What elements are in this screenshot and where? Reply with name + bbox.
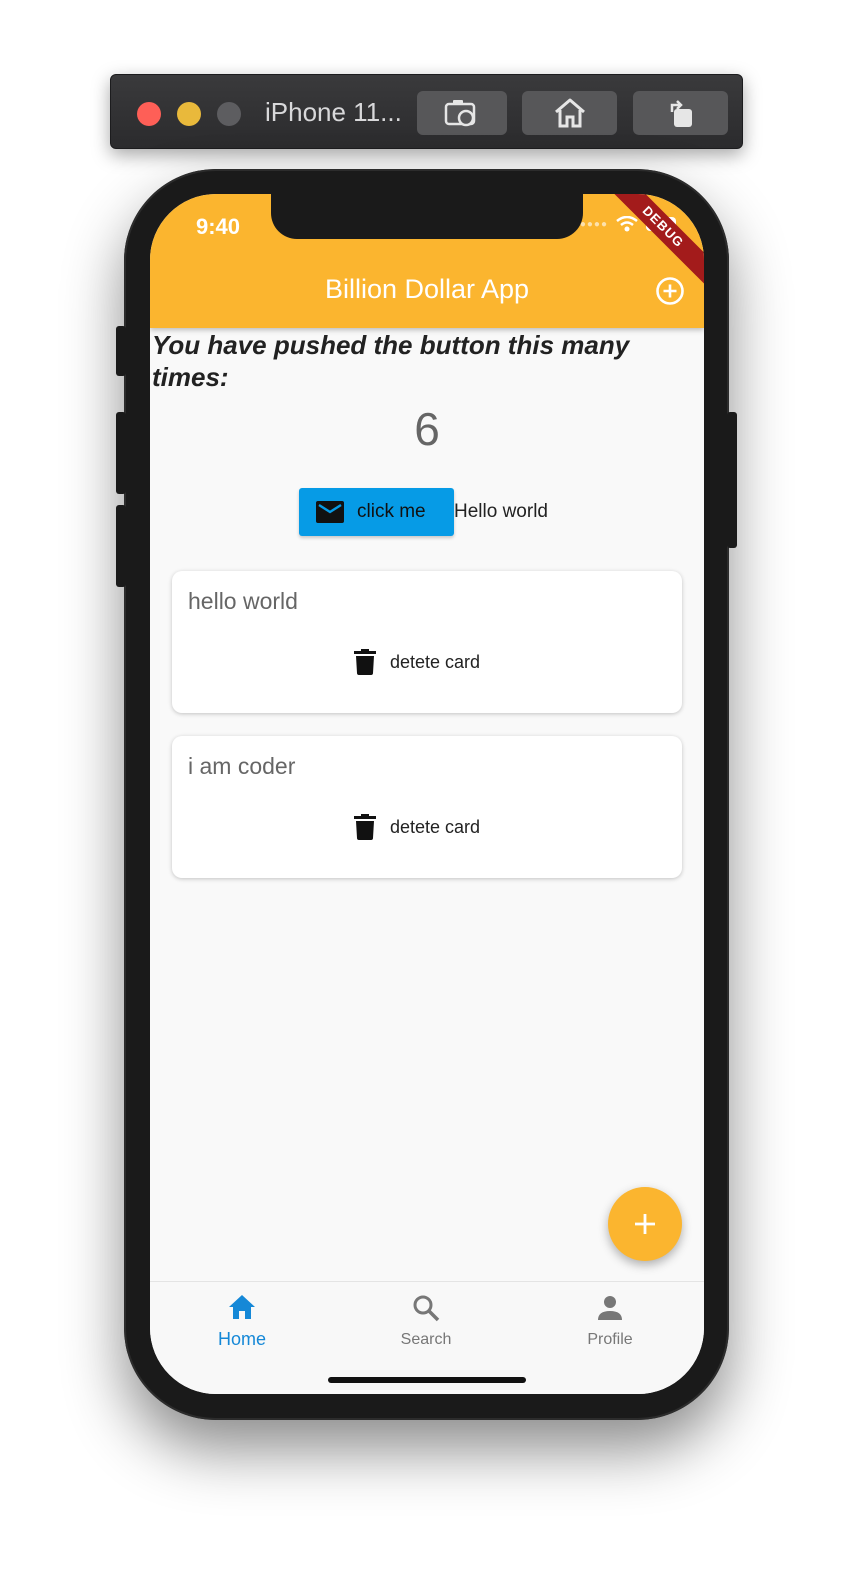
action-row: click me Hello world xyxy=(299,488,548,536)
counter-caption: You have pushed the button this many tim… xyxy=(152,330,630,392)
close-window-button[interactable] xyxy=(137,102,161,126)
nav-item-profile[interactable]: Profile xyxy=(550,1294,670,1349)
app-bar: 9:40 ●●●● DEBUG Billion Dollar App xyxy=(150,194,704,328)
signal-icon: ●●●● xyxy=(579,218,608,230)
simulator-toolbar: iPhone 11... xyxy=(110,74,743,149)
delete-card-label: detete card xyxy=(390,816,481,837)
nav-label-profile: Profile xyxy=(587,1331,633,1348)
power-button xyxy=(727,412,737,548)
plus-icon xyxy=(635,1214,655,1234)
notch xyxy=(271,194,583,239)
add-fab-button[interactable] xyxy=(608,1187,682,1261)
nav-label-search: Search xyxy=(400,1331,452,1348)
nav-item-home[interactable]: Home xyxy=(182,1294,302,1350)
click-me-label: click me xyxy=(357,501,426,522)
click-me-button[interactable]: click me xyxy=(299,488,454,536)
trash-icon xyxy=(354,649,376,675)
minimize-window-button[interactable] xyxy=(177,102,201,126)
card-text: hello world xyxy=(188,588,298,614)
search-icon xyxy=(413,1295,440,1322)
volume-up-button xyxy=(116,412,126,494)
delete-card-button[interactable]: detete card xyxy=(354,649,480,675)
counter-value: 6 xyxy=(414,403,440,455)
delete-card-button[interactable]: detete card xyxy=(354,814,480,840)
nav-label-home: Home xyxy=(217,1329,266,1349)
hello-world-text: Hello world xyxy=(454,501,548,522)
screenshot-icon xyxy=(444,100,476,127)
volume-down-button xyxy=(116,505,126,587)
mute-switch xyxy=(116,326,126,376)
status-time: 9:40 xyxy=(196,214,241,239)
person-icon xyxy=(598,1296,622,1320)
wifi-icon xyxy=(616,216,638,232)
home-indicator xyxy=(328,1377,526,1383)
simulator-title: iPhone 11... xyxy=(265,97,402,127)
card: hello world detete card xyxy=(172,571,682,713)
rotate-icon xyxy=(670,100,692,127)
add-circle-icon[interactable] xyxy=(655,276,685,306)
card-text: i am coder xyxy=(188,753,296,779)
trash-icon xyxy=(354,814,376,840)
screenshot-button[interactable] xyxy=(417,91,507,135)
zoom-window-button[interactable] xyxy=(217,102,241,126)
nav-item-search[interactable]: Search xyxy=(366,1294,486,1349)
home-button[interactable] xyxy=(522,91,617,135)
app-title: Billion Dollar App xyxy=(324,274,530,304)
home-icon xyxy=(229,1295,255,1319)
phone-screen: 9:40 ●●●● DEBUG Billion Dollar App You h… xyxy=(150,194,704,1394)
mail-icon xyxy=(316,501,344,523)
card: i am coder detete card xyxy=(172,736,682,878)
home-icon xyxy=(554,98,585,128)
rotate-button[interactable] xyxy=(633,91,728,135)
delete-card-label: detete card xyxy=(390,651,481,672)
